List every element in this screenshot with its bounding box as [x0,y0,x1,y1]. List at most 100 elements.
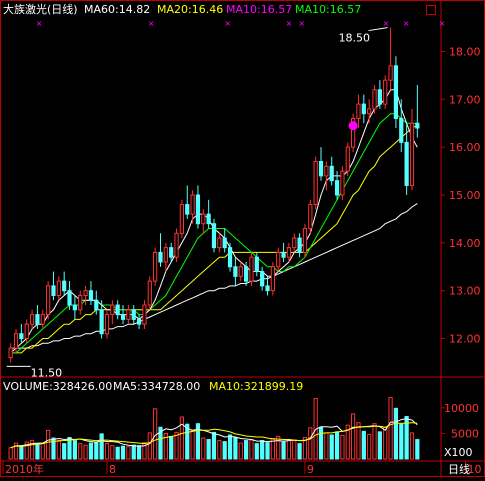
candle-body [179,204,185,234]
candle-body [126,309,131,320]
price-tick-label: 18.00 [449,45,481,58]
candle-body [340,170,345,196]
candle-body [104,314,110,335]
kline-chart: 12.00 13.00 14.00 15.00 16.00 17.00 18.00 10000… [0,0,485,477]
price-tick-label: 14.00 [449,237,481,250]
candle-body [292,237,297,249]
high-arrow [368,27,388,32]
candle-body [217,237,222,249]
candle-body [35,314,40,325]
volume-bar [297,443,302,460]
candle-body [356,103,361,119]
volume-bar [286,439,292,460]
volume-bar [46,429,51,460]
volume-bar [276,435,281,460]
candle-body [222,237,227,249]
volume-bar [383,426,388,460]
candle-body [334,180,340,196]
vma5-readout: MA5:334728.00 [113,380,201,393]
candle-body [72,304,77,311]
volume-bar [72,440,77,460]
ma20-readout: MA20:16.46 [157,3,224,16]
candle-body [404,141,409,186]
candle-body [345,146,350,172]
candle-body [24,323,29,340]
volume-bar [393,407,399,460]
volume-bar [174,431,179,460]
volume-bar [169,435,174,460]
candle-body [115,304,120,316]
volume-bar [233,436,238,460]
candle-body [377,89,382,105]
candle-body [147,280,152,306]
window-toggle-button[interactable] [426,5,436,15]
volume-bar [88,442,94,460]
signal-marker: × [224,19,231,28]
candle-body [281,251,286,258]
volume-bar [361,430,366,460]
volume-bar [185,423,190,460]
candle-body [254,256,259,273]
candle-body [329,165,334,182]
volume-bar [35,443,40,460]
candle-body [99,309,104,335]
signal-dot [348,121,358,131]
volume-bar [8,447,13,460]
volume-bar [367,433,372,460]
candle-body [361,103,366,115]
volume-bar [377,431,382,460]
volume-bar [19,445,24,460]
volume-bar [351,413,356,460]
volume-bar [372,423,377,460]
candle-body [415,122,420,129]
candle-body [195,194,201,225]
candle-body [297,237,302,253]
month-label: 8 [109,463,116,476]
volume-bar [265,442,270,460]
volume-bar [318,426,324,460]
candle-body [19,333,24,340]
candle-body [169,247,174,258]
volume-bar [217,440,222,460]
volume-bar [153,408,158,460]
volume-bar [356,422,361,460]
price-tick-label: 15.00 [449,189,481,202]
volume-bar [260,440,265,460]
volume-bar [147,432,152,460]
candle-body [388,65,393,81]
candle-body [13,333,19,349]
candle-body [308,204,313,229]
volume-bar [62,443,67,460]
ma60-readout: MA60:14.82 [84,3,151,16]
volume-bar [110,445,115,460]
candle-body [110,304,115,316]
candle-body [372,89,377,110]
signal-marker: × [383,19,390,28]
volume-bar [415,439,420,460]
candle-body [29,314,35,325]
high-price-label: 18.50 [339,32,371,45]
volume-bar [104,443,110,460]
volume-bar [179,416,185,460]
volume-bar [243,440,249,460]
chart-frame [0,0,485,477]
candle-body [206,213,211,225]
signal-marker: × [439,19,446,28]
candle-body [238,266,243,277]
candle-body [399,117,404,143]
candle-body [409,122,415,186]
candle-body [318,161,324,177]
candle-body [174,232,179,258]
volume-bar [126,446,131,460]
candle-body [78,294,83,311]
candle-body [190,194,195,215]
candle-body [276,251,281,268]
volume-bar [115,446,120,460]
candle-body [120,314,126,320]
candle-body [158,251,163,263]
volume-bar [211,431,217,460]
candle-body [313,161,318,206]
outer-border [0,0,485,477]
price-tick-label: 12.00 [449,333,481,346]
stock-title: 大族激光(日线) [3,3,78,16]
